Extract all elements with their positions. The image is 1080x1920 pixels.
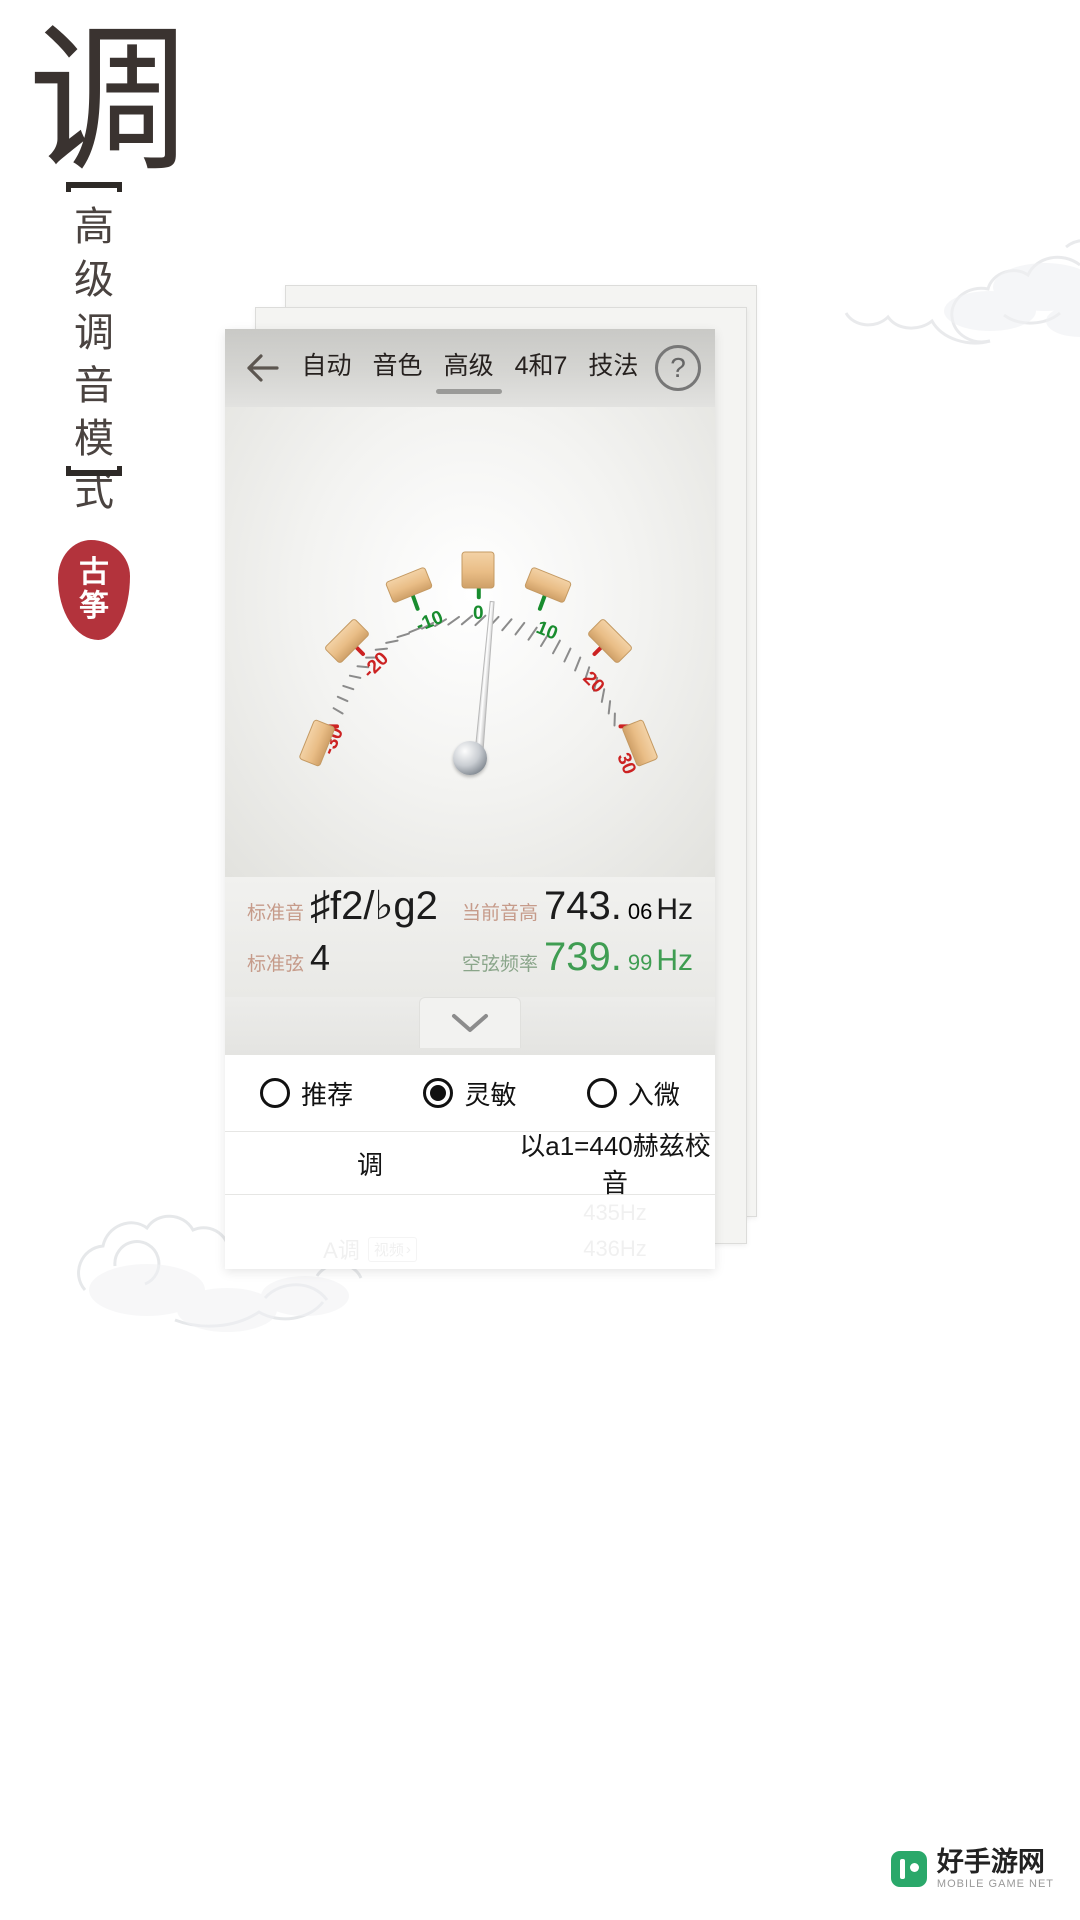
gauge-hub bbox=[453, 741, 487, 775]
poster-title-char-4: 音 bbox=[74, 363, 114, 408]
tab-timbre[interactable]: 音色 bbox=[371, 340, 425, 396]
tab-technique[interactable]: 技法 bbox=[586, 340, 640, 396]
key-row-name-wrap: A调 视频 › bbox=[225, 1233, 515, 1265]
help-question-icon[interactable]: ? bbox=[655, 345, 701, 391]
radio-option-recommended[interactable]: 推荐 bbox=[260, 1075, 353, 1112]
standard-string-label: 标准弦 bbox=[247, 954, 305, 975]
back-arrow-icon[interactable] bbox=[239, 345, 285, 391]
back-arrow-glyph bbox=[247, 354, 279, 382]
key-row-hz: 435Hz bbox=[583, 1200, 647, 1225]
collapse-chevron-button[interactable] bbox=[419, 997, 521, 1048]
current-pitch-unit: Hz bbox=[656, 893, 693, 926]
poster-title-char-1: 高 bbox=[74, 204, 114, 249]
key-row-name: A调 bbox=[323, 1238, 360, 1263]
radio-label-recommended: 推荐 bbox=[301, 1079, 354, 1110]
radio-option-fine[interactable]: 入微 bbox=[586, 1075, 680, 1112]
readout-panel: 标准音 ♯f2/♭g2 当前音高 743. 06 Hz 标准弦 4 空弦频率 7… bbox=[225, 877, 715, 997]
collapse-bar bbox=[225, 997, 715, 1055]
video-badge-label: 视频 bbox=[373, 1241, 404, 1259]
standard-string-value: 4 bbox=[310, 937, 331, 978]
gauge-label-zero: 0 bbox=[473, 603, 484, 624]
key-list[interactable]: 435Hz A调 视频› 436Hz ♭B调/♯A调 视频› 437Hz B调/… bbox=[225, 1195, 715, 1269]
key-row-435[interactable]: 435Hz bbox=[225, 1195, 715, 1231]
gauge-svg: -30 -20 -10 0 10 20 30 bbox=[299, 551, 658, 777]
sensitivity-radio-group: 推荐 灵敏 入微 bbox=[225, 1055, 715, 1132]
watermark-title: 好手游网 bbox=[936, 1847, 1045, 1878]
radio-circle-sensitive bbox=[423, 1078, 454, 1108]
poster-title-char-5: 模 bbox=[74, 416, 114, 461]
watermark-text: 好手游网 MOBILE GAME NET bbox=[937, 1848, 1054, 1890]
key-table-header: 调 以a1=440赫兹校音 bbox=[225, 1131, 715, 1198]
current-pitch-int: 743. bbox=[543, 884, 622, 928]
key-column-header: 调 bbox=[356, 1149, 383, 1180]
chevron-down-icon bbox=[452, 1014, 488, 1032]
radio-option-sensitive[interactable]: 灵敏 bbox=[423, 1075, 517, 1112]
watermark-logo-icon bbox=[890, 1851, 927, 1888]
open-string-label: 空弦频率 bbox=[461, 954, 538, 975]
poster-big-character: 调 bbox=[28, 13, 189, 191]
standard-note-label: 标准音 bbox=[247, 903, 305, 924]
top-tab-bar: 自动 音色 高级 4和7 技法 ? bbox=[225, 329, 715, 407]
gauge-needle bbox=[473, 600, 495, 759]
tab-4and7[interactable]: 4和7 bbox=[513, 340, 570, 396]
readout-row-note: 标准音 ♯f2/♭g2 当前音高 743. 06 Hz bbox=[247, 883, 693, 935]
open-string-unit: Hz bbox=[656, 944, 693, 977]
seal-text: 古 筝 bbox=[58, 540, 130, 640]
card-stack: 自动 音色 高级 4和7 技法 ? -30 -20 -10 0 10 20 30… bbox=[225, 285, 760, 1269]
watermark-subtitle: MOBILE GAME NET bbox=[936, 1877, 1054, 1890]
radio-circle-fine bbox=[586, 1078, 617, 1108]
gauge-label-minus10: -10 bbox=[413, 607, 446, 637]
radio-label-sensitive: 灵敏 bbox=[464, 1079, 517, 1110]
cloud-decoration-top-right bbox=[844, 239, 1080, 345]
app-screenshot: 自动 音色 高级 4和7 技法 ? -30 -20 -10 0 10 20 30… bbox=[225, 329, 715, 1269]
poster-rule-top bbox=[66, 182, 122, 192]
gauge-label-plus10: 10 bbox=[533, 617, 560, 644]
open-string-int: 739. bbox=[543, 935, 622, 979]
poster-title-char-2: 级 bbox=[74, 257, 114, 302]
current-pitch-label: 当前音高 bbox=[461, 903, 538, 924]
seal-char-1: 古 bbox=[79, 556, 109, 589]
seal-stamp: 古 筝 bbox=[58, 540, 130, 640]
watermark: 好手游网 MOBILE GAME NET bbox=[890, 1848, 1054, 1890]
poster-column: 调 高 级 调 音 模 式 古 筝 bbox=[0, 0, 215, 1920]
standard-note-value: ♯f2/♭g2 bbox=[310, 884, 438, 928]
hz-column-header: 以a1=440赫兹校音 bbox=[519, 1131, 711, 1198]
key-row-bflat[interactable]: ♭B调/♯A调 视频› 437Hz bbox=[225, 1267, 715, 1269]
readout-row-string: 标准弦 4 空弦频率 739. 99 Hz bbox=[247, 935, 693, 987]
key-row-a[interactable]: A调 视频 › 436Hz bbox=[225, 1231, 715, 1267]
tuner-gauge: -30 -20 -10 0 10 20 30 bbox=[225, 407, 715, 877]
key-row-hz: 436Hz bbox=[583, 1236, 647, 1261]
poster-rule-bottom bbox=[66, 466, 122, 476]
tab-advanced[interactable]: 高级 bbox=[442, 340, 496, 396]
radio-circle-recommended bbox=[260, 1078, 291, 1108]
radio-label-fine: 入微 bbox=[627, 1079, 680, 1110]
video-badge[interactable]: 视频 › bbox=[367, 1236, 417, 1262]
poster-title-char-3: 调 bbox=[74, 310, 114, 355]
open-string-dec: 99 bbox=[627, 950, 653, 975]
seal-char-2: 筝 bbox=[79, 590, 109, 623]
tab-list: 自动 音色 高级 4和7 技法 bbox=[285, 340, 655, 396]
current-pitch-dec: 06 bbox=[627, 899, 653, 924]
tab-auto[interactable]: 自动 bbox=[300, 340, 354, 396]
